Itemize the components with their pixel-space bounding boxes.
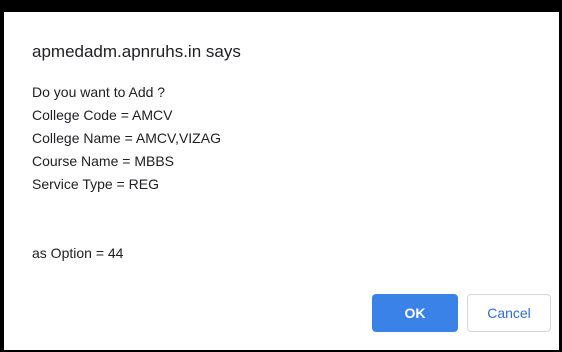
message-option: as Option = 44 (32, 245, 124, 261)
dialog-title: apmedadm.apnruhs.in says (32, 42, 241, 61)
ok-button[interactable]: OK (372, 294, 458, 332)
message-course-name: Course Name = MBBS (32, 153, 174, 169)
message-college-code: College Code = AMCV (32, 107, 173, 123)
window-frame: apmedadm.apnruhs.in says Do you want to … (0, 0, 562, 352)
message-college-name: College Name = AMCV,VIZAG (32, 130, 221, 146)
message-question: Do you want to Add ? (32, 84, 166, 100)
confirm-dialog: apmedadm.apnruhs.in says Do you want to … (4, 12, 559, 350)
message-spacer (32, 196, 221, 242)
message-service-type: Service Type = REG (32, 176, 159, 192)
dialog-message: Do you want to Add ? College Code = AMCV… (32, 81, 221, 265)
cancel-button[interactable]: Cancel (467, 294, 551, 332)
